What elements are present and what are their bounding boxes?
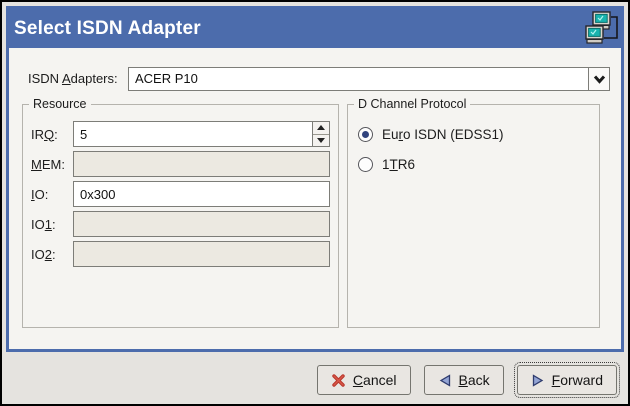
mem-row: MEM: xyxy=(31,151,330,177)
forward-button[interactable]: Forward xyxy=(517,365,617,395)
wizard-panel: Select ISDN Adapter xyxy=(6,6,624,352)
io1-row: IO1: xyxy=(31,211,330,237)
io2-row: IO2: xyxy=(31,241,330,267)
button-bar: Cancel Back Forward xyxy=(4,352,626,402)
resource-group: Resource IRQ: MEM: xyxy=(22,104,339,328)
radio-button-icon xyxy=(358,157,373,172)
io1-label: IO1: xyxy=(31,217,73,232)
resource-group-title: Resource xyxy=(29,97,91,112)
spin-up-button[interactable] xyxy=(313,122,329,135)
spin-up-icon xyxy=(317,125,325,130)
chevron-down-icon xyxy=(593,74,606,84)
cancel-x-icon xyxy=(331,373,346,388)
back-button-label: Back xyxy=(459,372,490,388)
radio-1tr6-label: 1TR6 xyxy=(382,157,415,172)
mem-label: MEM: xyxy=(31,157,73,172)
isdn-adapters-selected-value: ACER P10 xyxy=(129,68,588,90)
isdn-adapters-label: ISDN Adapters: xyxy=(28,67,118,91)
radio-euro-isdn-label: Euro ISDN (EDSS1) xyxy=(382,127,504,142)
io-row: IO: xyxy=(31,181,330,207)
spin-down-button[interactable] xyxy=(313,135,329,147)
radio-button-icon xyxy=(358,127,373,142)
d-channel-protocol-group-title: D Channel Protocol xyxy=(354,97,470,112)
io-input[interactable] xyxy=(73,181,330,207)
io2-input xyxy=(73,241,330,267)
io2-label: IO2: xyxy=(31,247,73,262)
back-arrow-icon xyxy=(438,373,452,388)
irq-spinner xyxy=(73,121,330,147)
forward-button-label: Forward xyxy=(552,372,603,388)
title-banner: Select ISDN Adapter xyxy=(9,9,621,48)
radio-euro-isdn[interactable]: Euro ISDN (EDSS1) xyxy=(358,121,591,147)
radio-1tr6[interactable]: 1TR6 xyxy=(358,151,591,177)
mem-input xyxy=(73,151,330,177)
spin-down-icon xyxy=(317,138,325,143)
irq-input[interactable] xyxy=(74,122,312,146)
cancel-button-label: Cancel xyxy=(353,372,397,388)
irq-label: IRQ: xyxy=(31,127,73,142)
irq-row: IRQ: xyxy=(31,121,330,147)
isdn-adapters-combobox[interactable]: ACER P10 xyxy=(128,67,610,91)
network-computers-icon xyxy=(583,10,621,53)
d-channel-protocol-group: D Channel Protocol Euro ISDN (EDSS1) 1TR… xyxy=(347,104,600,328)
isdn-adapter-dialog: Select ISDN Adapter xyxy=(0,0,630,406)
combobox-dropdown-button[interactable] xyxy=(588,68,609,90)
forward-arrow-icon xyxy=(531,373,545,388)
io1-input xyxy=(73,211,330,237)
io-label: IO: xyxy=(31,187,73,202)
cancel-button[interactable]: Cancel xyxy=(317,365,411,395)
page-title: Select ISDN Adapter xyxy=(14,18,201,40)
back-button[interactable]: Back xyxy=(424,365,504,395)
